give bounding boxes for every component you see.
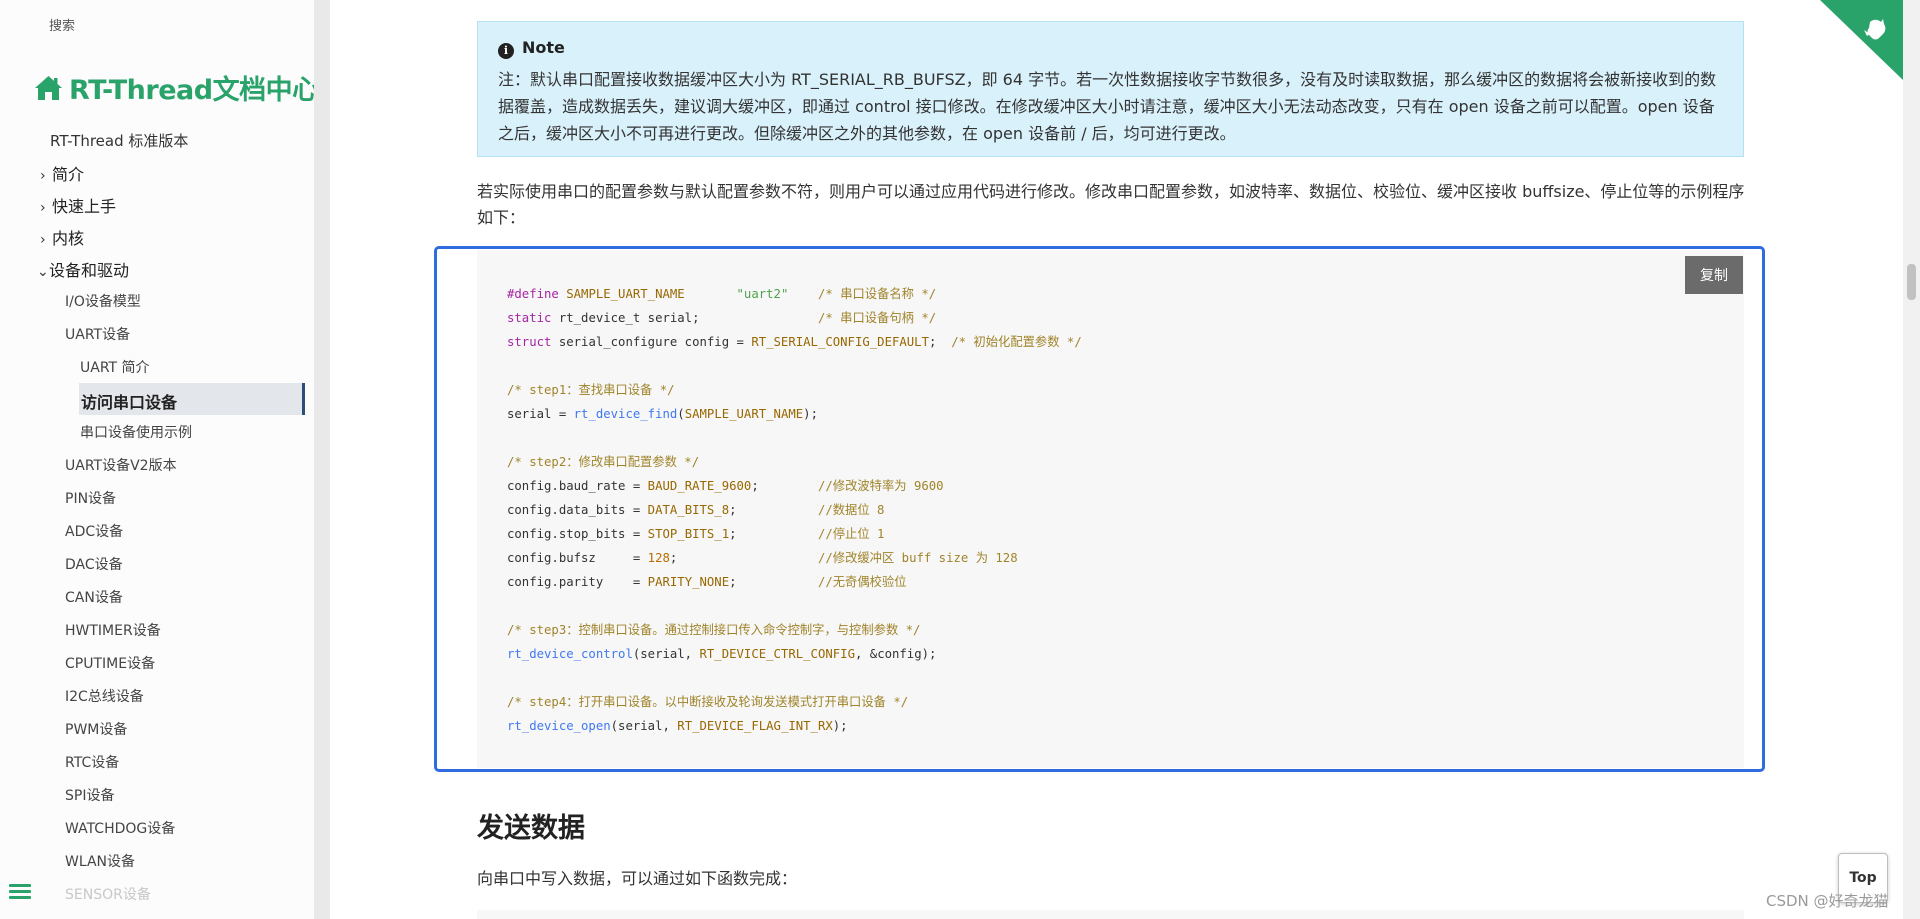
site-title-link[interactable]: RT-Thread文档中心 xyxy=(34,68,314,107)
intro-paragraph: 若实际使用串口的配置参数与默认配置参数不符，则用户可以通过应用代码进行修改。修改… xyxy=(477,182,1745,227)
code-line: config.baud_rate = BAUD_RATE_9600; //修改波… xyxy=(507,479,944,493)
next-code-block xyxy=(477,910,1744,919)
sidebar-item-pin[interactable]: PIN设备 xyxy=(65,488,116,508)
sidebar-item-uart[interactable]: UART设备 xyxy=(65,324,130,344)
code-line: config.parity = PARITY_NONE; //无奇偶校验位 xyxy=(507,575,907,589)
scrollbar-thumb[interactable] xyxy=(1907,264,1916,300)
note-callout: i Note 注：默认串口配置接收数据缓冲区大小为 RT_SERIAL_RB_BU… xyxy=(477,21,1744,157)
code-line: /* step3：控制串口设备。通过控制接口传入命令控制字，与控制参数 */ xyxy=(507,623,921,637)
page-scrollbar[interactable] xyxy=(1903,0,1920,919)
chevron-right-icon: › xyxy=(40,168,46,184)
section-heading: 发送数据 xyxy=(477,813,585,844)
github-corner-icon[interactable] xyxy=(1820,0,1903,80)
sidebar-item-active[interactable]: 访问串口设备 xyxy=(79,383,305,415)
home-icon xyxy=(35,76,62,100)
hamburger-icon[interactable] xyxy=(9,884,31,900)
code-line: #define SAMPLE_UART_NAME "uart2" /* 串口设备… xyxy=(507,287,937,301)
sidebar-item-uart-intro[interactable]: UART 简介 xyxy=(80,357,150,377)
sidebar: 搜索 RT-Thread文档中心 RT-Thread 标准版本 › 简介 › 快速上… xyxy=(0,0,314,919)
sidebar-item-quickstart[interactable]: › 快速上手 xyxy=(40,193,116,217)
search-input[interactable]: 搜索 xyxy=(49,15,75,34)
site-title-text: RT-Thread文档中心 xyxy=(69,75,314,106)
code-line: /* step2：修改串口配置参数 */ xyxy=(507,455,700,469)
chevron-right-icon: › xyxy=(40,200,46,216)
info-icon: i xyxy=(498,43,514,59)
note-body: 注：默认串口配置接收数据缓冲区大小为 RT_SERIAL_RB_BUFSZ，即 … xyxy=(498,70,1717,143)
chevron-right-icon: › xyxy=(40,232,46,248)
code-content: #define SAMPLE_UART_NAME "uart2" /* 串口设备… xyxy=(507,282,1082,738)
sidebar-item-uart-v2[interactable]: UART设备V2版本 xyxy=(65,455,177,475)
code-line: config.bufsz = 128; //修改缓冲区 buff size 为 … xyxy=(507,551,1018,565)
code-line: struct serial_configure config = RT_SERI… xyxy=(507,335,1082,349)
note-heading: i Note xyxy=(498,38,565,59)
code-line: /* step1：查找串口设备 */ xyxy=(507,383,675,397)
code-line: config.data_bits = DATA_BITS_8; //数据位 8 xyxy=(507,503,885,517)
sidebar-item-sensor[interactable]: SENSOR设备 xyxy=(65,884,151,904)
code-line: rt_device_open(serial, RT_DEVICE_FLAG_IN… xyxy=(507,719,848,733)
sidebar-item-cputime[interactable]: CPUTIME设备 xyxy=(65,653,155,673)
watermark: CSDN @好奇龙猫 xyxy=(1766,892,1889,910)
sidebar-gutter xyxy=(314,0,330,919)
sidebar-item-adc[interactable]: ADC设备 xyxy=(65,521,123,541)
sidebar-item-watchdog[interactable]: WATCHDOG设备 xyxy=(65,818,175,838)
version-label[interactable]: RT-Thread 标准版本 xyxy=(50,130,188,151)
sidebar-item-spi[interactable]: SPI设备 xyxy=(65,785,114,805)
sidebar-item-hwtimer[interactable]: HWTIMER设备 xyxy=(65,620,161,640)
code-line: static rt_device_t serial; /* 串口设备句柄 */ xyxy=(507,311,937,325)
sidebar-item-dac[interactable]: DAC设备 xyxy=(65,554,123,574)
code-line: config.stop_bits = STOP_BITS_1; //停止位 1 xyxy=(507,527,885,541)
sidebar-item-i2c[interactable]: I2C总线设备 xyxy=(65,686,144,706)
code-line: rt_device_control(serial, RT_DEVICE_CTRL… xyxy=(507,647,937,661)
sidebar-item-io-model[interactable]: I/O设备模型 xyxy=(65,291,141,311)
copy-button[interactable]: 复制 xyxy=(1685,256,1743,294)
sidebar-item-pwm[interactable]: PWM设备 xyxy=(65,719,127,739)
sidebar-item-wlan[interactable]: WLAN设备 xyxy=(65,851,135,871)
chevron-down-icon: ⌄ xyxy=(37,264,49,280)
sidebar-item-devices[interactable]: ⌄设备和驱动 xyxy=(37,257,129,281)
sidebar-item-intro[interactable]: › 简介 xyxy=(40,161,84,185)
section-paragraph: 向串口中写入数据，可以通过如下函数完成： xyxy=(477,869,798,888)
sidebar-item-kernel[interactable]: › 内核 xyxy=(40,225,84,249)
sidebar-item-uart-example[interactable]: 串口设备使用示例 xyxy=(80,422,192,442)
sidebar-item-rtc[interactable]: RTC设备 xyxy=(65,752,119,772)
code-line: serial = rt_device_find(SAMPLE_UART_NAME… xyxy=(507,407,818,421)
code-line: /* step4：打开串口设备。以中断接收及轮询发送模式打开串口设备 */ xyxy=(507,695,909,709)
sidebar-item-can[interactable]: CAN设备 xyxy=(65,587,123,607)
